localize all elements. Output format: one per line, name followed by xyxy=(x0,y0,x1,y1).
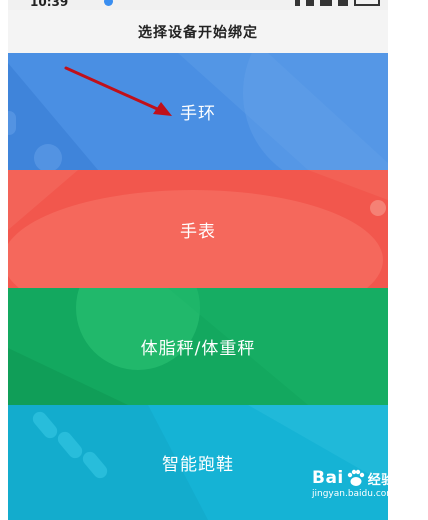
watermark-url: jingyan.baidu.com xyxy=(312,489,396,499)
device-label-scale: 体脂秤/体重秤 xyxy=(140,339,256,359)
watermark-logo-text-2: 经验 xyxy=(367,472,395,488)
page-margin xyxy=(388,0,428,520)
page-header: 选择设备开始绑定 xyxy=(8,10,388,53)
device-option-shoes[interactable]: 智能跑鞋 xyxy=(8,405,388,520)
baidu-watermark: Bai 经验 jingyan.baidu.com xyxy=(312,468,395,499)
battery-icon xyxy=(354,0,380,6)
notification-dot-icon xyxy=(104,0,113,6)
device-label-band: 手环 xyxy=(180,104,216,124)
status-time: 10:39 xyxy=(30,0,69,9)
device-label-shoes: 智能跑鞋 xyxy=(162,455,234,475)
signal-icon xyxy=(320,0,332,6)
alarm-icon xyxy=(306,0,314,6)
device-option-scale[interactable]: 体脂秤/体重秤 xyxy=(8,288,388,405)
status-bar: 10:39 xyxy=(8,0,388,10)
status-icons xyxy=(295,0,380,6)
page-title: 选择设备开始绑定 xyxy=(138,24,258,41)
watermark-logo-text: Bai xyxy=(312,468,344,488)
bluetooth-icon xyxy=(295,0,300,6)
paw-icon xyxy=(347,469,364,486)
watermark-logo: Bai 经验 xyxy=(312,468,395,488)
annotation-arrow-icon xyxy=(64,66,172,116)
device-label-watch: 手表 xyxy=(180,221,216,242)
wifi-icon xyxy=(338,0,348,6)
device-option-watch[interactable]: 手表 xyxy=(8,170,388,288)
